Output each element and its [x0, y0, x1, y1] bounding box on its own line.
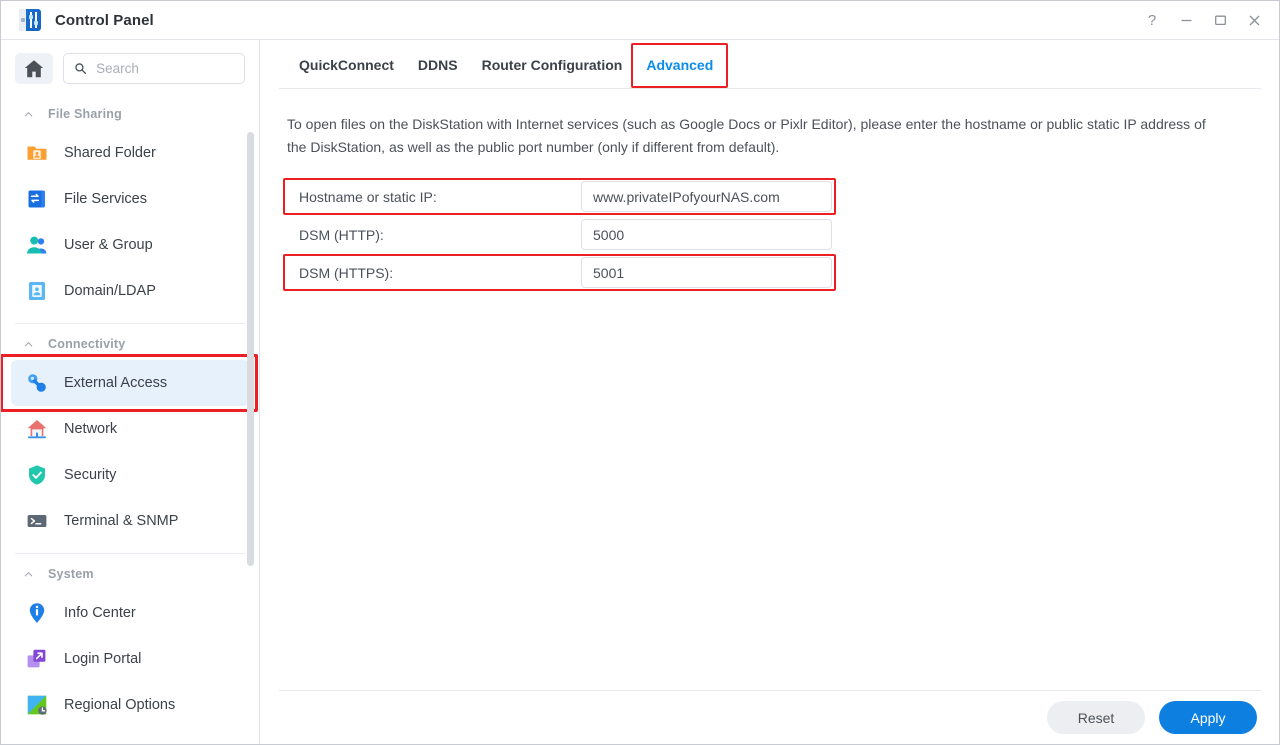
- tab-ddns[interactable]: DDNS: [406, 49, 470, 81]
- info-center-icon: [29, 603, 45, 623]
- sidebar-item-user-group[interactable]: User & Group: [11, 222, 249, 268]
- field-label-dsm-https: DSM (HTTPS):: [299, 264, 394, 281]
- sidebar-toolbar: [1, 40, 259, 84]
- sidebar-group-title: File Sharing: [48, 107, 122, 121]
- sidebar-item-label: Domain/LDAP: [64, 283, 156, 299]
- domain-ldap-icon: [29, 282, 45, 300]
- sidebar-group-system: System Info Center Login Portal Regional…: [1, 556, 259, 728]
- sidebar-item-login-portal[interactable]: Login Portal: [11, 636, 249, 682]
- sidebar-item-external-access[interactable]: External Access: [1, 354, 258, 412]
- footer-separator: [279, 690, 1261, 691]
- sidebar-item-terminal-snmp[interactable]: Terminal & SNMP: [11, 498, 249, 544]
- control-panel-window: Control Panel ? Search File Sharing Shar…: [0, 0, 1280, 745]
- field-input-dsm-http[interactable]: 5000: [581, 219, 832, 251]
- field-input-hostname[interactable]: www.privateIPofyourNAS.com: [581, 181, 832, 213]
- window-title: Control Panel: [55, 11, 154, 29]
- shared-folder-icon: [27, 146, 47, 160]
- control-panel-icon: [19, 9, 41, 31]
- sidebar-item-label: Network: [64, 421, 118, 437]
- sidebar-group-title: System: [48, 567, 94, 581]
- field-row-dsm-https: DSM (HTTPS): 5001: [283, 254, 836, 292]
- external-access-icon: [28, 374, 46, 392]
- sidebar-scrollbar[interactable]: [247, 132, 254, 566]
- close-icon[interactable]: [1237, 6, 1271, 36]
- file-services-icon: [28, 190, 45, 208]
- sidebar-item-label: File Services: [64, 191, 147, 207]
- chevron-up-icon: [24, 571, 33, 576]
- search-icon: [75, 63, 87, 75]
- sidebar-group-connectivity: Connectivity External Access Network Sec…: [1, 326, 259, 544]
- maximize-icon[interactable]: [1203, 6, 1237, 36]
- sidebar-item-label: Info Center: [64, 605, 136, 621]
- title-bar: Control Panel ?: [1, 1, 1279, 40]
- search-input[interactable]: [63, 53, 245, 84]
- sidebar-item-label: Login Portal: [64, 651, 142, 667]
- field-label-hostname: Hostname or static IP:: [299, 188, 437, 205]
- sidebar-item-label: Terminal & SNMP: [64, 513, 179, 529]
- sidebar-item-domain-ldap[interactable]: Domain/LDAP: [11, 268, 249, 314]
- footer-actions: Reset Apply: [1047, 701, 1257, 734]
- field-label-dsm-http: DSM (HTTP):: [299, 226, 384, 243]
- tab-router-configuration[interactable]: Router Configuration: [470, 49, 635, 81]
- reset-button[interactable]: Reset: [1047, 701, 1145, 734]
- sidebar-divider-1: [15, 323, 245, 324]
- help-icon[interactable]: ?: [1135, 6, 1169, 36]
- description-text: To open files on the DiskStation with In…: [287, 116, 1206, 155]
- chevron-up-icon: [24, 111, 33, 116]
- sidebar-item-regional-options[interactable]: Regional Options: [11, 682, 249, 728]
- content-panel: QuickConnect DDNS Router Configuration A…: [261, 40, 1279, 744]
- sidebar-item-label: Shared Folder: [64, 145, 156, 161]
- tab-quickconnect[interactable]: QuickConnect: [287, 49, 406, 81]
- sidebar-group-header-connectivity[interactable]: Connectivity: [1, 328, 259, 360]
- window-controls: ?: [1135, 1, 1271, 40]
- sidebar-item-label: Regional Options: [64, 697, 176, 713]
- home-icon: [24, 59, 44, 77]
- sidebar-item-label: External Access: [64, 375, 168, 391]
- help-glyph: ?: [1147, 12, 1157, 29]
- tab-bar: QuickConnect DDNS Router Configuration A…: [261, 40, 1279, 89]
- field-row-dsm-http: DSM (HTTP): 5000: [287, 216, 832, 253]
- tab-advanced[interactable]: Advanced: [631, 42, 729, 88]
- regional-options-icon: [27, 695, 47, 715]
- login-portal-icon: [27, 649, 46, 668]
- sidebar-group-header-file-sharing[interactable]: File Sharing: [1, 98, 259, 130]
- user-group-icon: [27, 236, 47, 254]
- sidebar-group-file-sharing: File Sharing Shared Folder File Services…: [1, 96, 259, 314]
- sidebar-item-label: Security: [64, 467, 117, 483]
- sidebar-item-security[interactable]: Security: [11, 452, 249, 498]
- terminal-snmp-icon: [27, 515, 47, 527]
- sidebar-divider-2: [15, 553, 245, 554]
- field-input-dsm-https[interactable]: 5001: [581, 257, 832, 289]
- sidebar-group-header-system[interactable]: System: [1, 558, 259, 590]
- minimize-icon[interactable]: [1169, 6, 1203, 36]
- field-row-hostname: Hostname or static IP: www.privateIPofyo…: [283, 178, 836, 216]
- home-button[interactable]: [15, 53, 53, 84]
- sidebar-item-label: User & Group: [64, 237, 153, 253]
- settings-form: Hostname or static IP: www.privateIPofyo…: [283, 178, 836, 292]
- chevron-up-icon: [24, 341, 33, 346]
- tab-separator: [279, 88, 1261, 89]
- network-icon: [27, 420, 47, 439]
- sidebar-item-shared-folder[interactable]: Shared Folder: [11, 130, 249, 176]
- security-icon: [29, 465, 45, 485]
- sidebar-item-network[interactable]: Network: [11, 406, 249, 452]
- sidebar-nav: File Sharing Shared Folder File Services…: [1, 96, 259, 744]
- sidebar: File Sharing Shared Folder: [1, 40, 260, 744]
- search-field[interactable]: [94, 60, 234, 77]
- sidebar-item-info-center[interactable]: Info Center: [11, 590, 249, 636]
- apply-button[interactable]: Apply: [1159, 701, 1257, 734]
- sidebar-group-title: Connectivity: [48, 337, 126, 351]
- sidebar-item-file-services[interactable]: File Services: [11, 176, 249, 222]
